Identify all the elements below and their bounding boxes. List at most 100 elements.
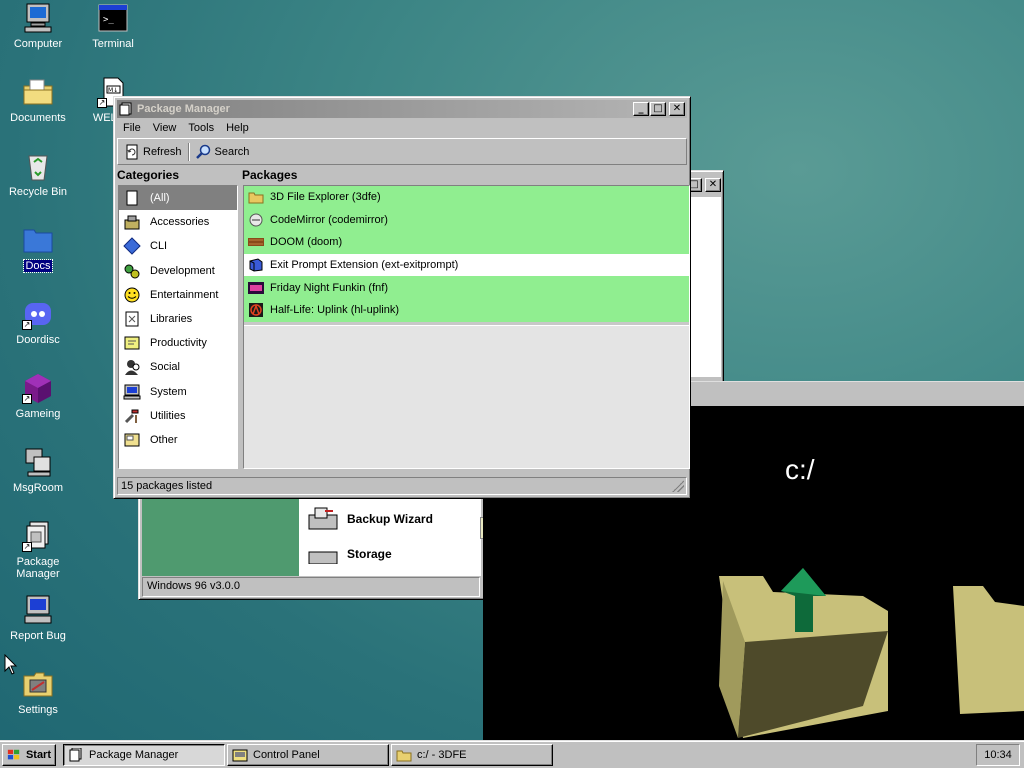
control-panel-content-edge <box>687 197 721 377</box>
desktop-icon-msgroom[interactable]: MsgRoom <box>0 446 76 494</box>
category-item-accessories[interactable]: Accessories <box>119 210 237 234</box>
maximize-button[interactable]: □ <box>650 102 666 116</box>
control-panel-icon <box>232 749 248 762</box>
desktop-icon-terminal[interactable]: >_ Terminal <box>75 2 151 50</box>
packages-list: 3D File Explorer (3dfe) CodeMirror (code… <box>243 185 690 469</box>
desktop-icon-docs[interactable]: Docs <box>0 224 76 273</box>
terminal-icon: >_ <box>97 2 129 34</box>
window-title: Package Manager <box>137 103 230 115</box>
codemirror-icon <box>249 213 263 227</box>
desktop-icon-label-line2: Manager <box>16 568 60 580</box>
category-item-other[interactable]: Other <box>119 428 237 452</box>
packages-header: Packages <box>242 168 298 182</box>
control-panel-items: Backup Wizard Storage <box>299 499 481 576</box>
desktop-icon-doordisc[interactable]: ↗ Doordisc <box>0 298 76 346</box>
computer-icon <box>22 2 54 34</box>
search-label: Search <box>214 145 250 158</box>
package-manager-icon: ↗ <box>22 520 54 552</box>
category-item-libraries[interactable]: Libraries <box>119 307 237 331</box>
status-bar: 15 packages listed <box>117 477 687 495</box>
recycle-bin-icon <box>22 150 54 182</box>
package-item-ext-exitprompt[interactable]: Exit Prompt Extension (ext-exitprompt) <box>244 253 689 277</box>
package-item-doom[interactable]: DOOM (doom) <box>244 231 689 254</box>
category-item-all[interactable]: (All) <box>119 186 237 211</box>
desktop-icon-gameing[interactable]: ↗ Gameing <box>0 372 76 420</box>
control-panel-sidebar <box>142 499 299 576</box>
close-button[interactable]: ✕ <box>705 178 721 192</box>
taskbar: Start Package Manager Control Panel c:/ … <box>0 740 1024 768</box>
package-item-3dfe[interactable]: 3D File Explorer (3dfe) <box>244 186 689 209</box>
start-button[interactable]: Start <box>2 744 56 766</box>
search-icon <box>195 144 210 159</box>
documents-folder-icon <box>22 76 54 108</box>
status-text: 15 packages listed <box>121 480 213 492</box>
category-item-utilities[interactable]: Utilities <box>119 404 237 428</box>
package-item-hl-uplink[interactable]: Half-Life: Uplink (hl-uplink) <box>244 298 689 322</box>
development-icon <box>124 264 140 279</box>
desktop-icon-label: Doordisc <box>16 334 60 346</box>
package-manager-titlebar[interactable]: Package Manager _ □ ✕ <box>117 100 687 118</box>
taskbar-item-package-manager[interactable]: Package Manager <box>63 744 225 766</box>
desktop-icon-package-manager[interactable]: ↗ Package Manager <box>0 520 76 580</box>
desktop-icon-documents[interactable]: Documents <box>0 76 76 124</box>
toolbar: Refresh Search <box>117 138 687 165</box>
cube-icon <box>249 258 263 272</box>
desktop-icon-computer[interactable]: Computer <box>0 2 76 50</box>
taskbar-clock: 10:34 <box>976 744 1020 766</box>
desktop-icon-recycle-bin[interactable]: Recycle Bin <box>0 150 76 198</box>
minimize-button[interactable]: _ <box>633 102 649 116</box>
menu-help[interactable]: Help <box>220 122 255 134</box>
resize-grip[interactable] <box>672 480 684 492</box>
mouse-cursor <box>4 653 18 679</box>
control-panel-statusbar: Windows 96 v3.0.0 <box>142 577 480 597</box>
refresh-icon <box>126 144 138 159</box>
desktop-icon-label: Gameing <box>15 408 61 420</box>
report-bug-icon <box>22 594 54 626</box>
close-button[interactable]: ✕ <box>669 102 685 116</box>
refresh-button[interactable]: Refresh <box>120 142 186 162</box>
desktop-icon-label: Computer <box>13 38 63 50</box>
category-item-productivity[interactable]: Productivity <box>119 331 237 355</box>
social-icon <box>125 360 140 376</box>
doom-icon <box>248 238 264 247</box>
category-item-entertainment[interactable]: Entertainment <box>119 283 237 307</box>
category-item-system[interactable]: System <box>119 380 237 404</box>
package-item-codemirror[interactable]: CodeMirror (codemirror) <box>244 208 689 232</box>
desktop-icon-label: Settings <box>18 704 58 716</box>
start-label: Start <box>25 749 51 761</box>
half-life-icon <box>249 303 263 318</box>
package-manager-icon <box>69 748 82 762</box>
desktop-icon-label: Package <box>16 556 60 568</box>
package-manager-body: Categories Packages (All) Accessories CL… <box>117 167 690 470</box>
desktop-icon-report-bug[interactable]: Report Bug <box>0 594 76 642</box>
msgroom-icon <box>22 446 54 478</box>
smiley-icon <box>124 287 140 303</box>
doordisc-icon: ↗ <box>22 298 54 330</box>
accessories-icon <box>124 215 140 230</box>
other-icon <box>124 433 140 447</box>
menu-file[interactable]: File <box>117 122 147 134</box>
category-item-development[interactable]: Development <box>119 259 237 283</box>
control-panel-item-backup-wizard[interactable]: Backup Wizard <box>299 499 481 539</box>
taskbar-item-3dfe[interactable]: c:/ - 3DFE <box>391 744 553 766</box>
menu-view[interactable]: View <box>147 122 183 134</box>
menu-tools[interactable]: Tools <box>182 122 220 134</box>
package-manager-window[interactable]: Package Manager _ □ ✕ File View Tools He… <box>113 96 691 499</box>
search-button[interactable]: Search <box>192 142 254 162</box>
desktop-icon-label: Documents <box>10 112 66 124</box>
fnf-icon <box>248 281 264 294</box>
folder-icon <box>22 224 54 256</box>
packages-list-divider <box>244 321 689 326</box>
backup-wizard-icon <box>308 507 338 530</box>
control-panel-item-storage[interactable]: Storage <box>299 539 481 569</box>
storage-icon <box>308 551 338 564</box>
libraries-icon <box>125 311 139 327</box>
settings-icon <box>22 668 54 700</box>
taskbar-item-control-panel[interactable]: Control Panel <box>227 744 389 766</box>
category-item-cli[interactable]: CLI <box>119 234 237 258</box>
desktop-icon-label: Docs <box>23 259 53 273</box>
desktop-icon-label: Recycle Bin <box>8 186 68 198</box>
category-item-social[interactable]: Social <box>119 355 237 379</box>
svg-text:>_: >_ <box>103 15 114 25</box>
package-item-fnf[interactable]: Friday Night Funkin (fnf) <box>244 276 689 299</box>
